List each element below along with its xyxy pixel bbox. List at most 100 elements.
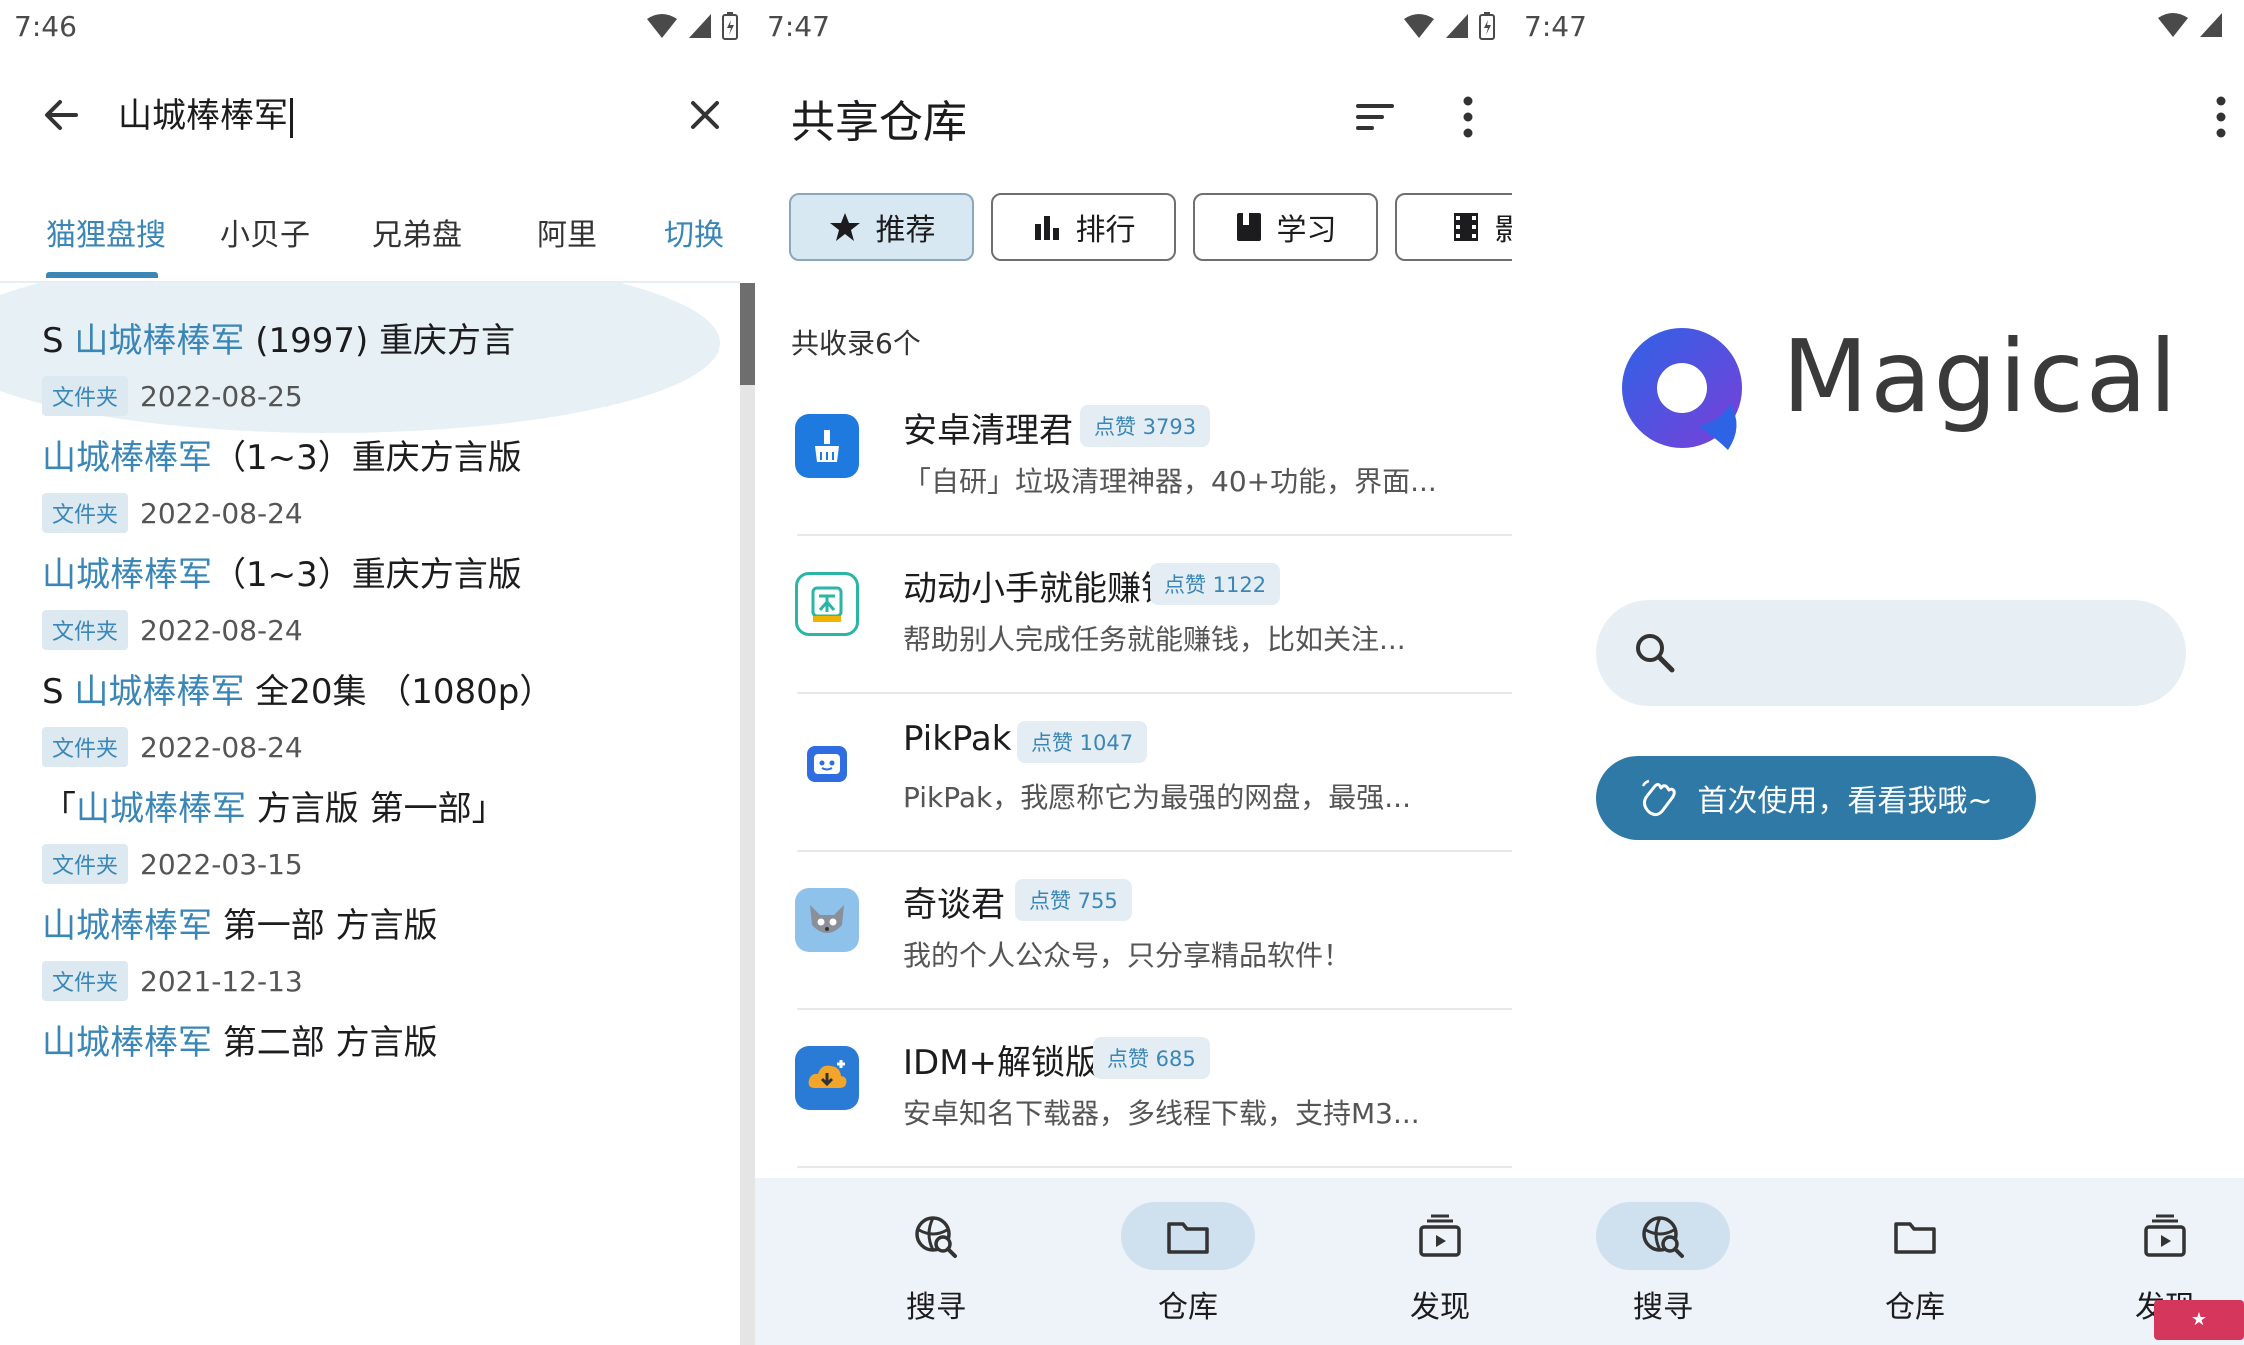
status-time: 7:46: [14, 10, 77, 43]
source-tabs: 猫狸盘搜 小贝子 兄弟盘 阿里 切换: [0, 200, 755, 282]
title-highlight: 山城棒棒军: [42, 555, 212, 595]
title-prefix: 「: [42, 789, 76, 829]
nav-item-discover[interactable]: 发现: [1359, 1178, 1512, 1345]
app-description: PikPak，我愿称它为最强的网盘，最强...: [903, 781, 1411, 814]
folder-icon: [1894, 1222, 1936, 1254]
nav-label: 仓库: [1158, 1290, 1218, 1325]
divider: [797, 1166, 1512, 1168]
sort-icon[interactable]: [1350, 92, 1400, 142]
bottom-navigation: 搜寻 仓库 发现: [755, 1178, 1512, 1345]
title-suffix: 全20集 （1080p）: [244, 672, 554, 712]
waving-hand-icon: [1642, 779, 1677, 817]
result-title: 山城棒棒军 第二部 方言版: [42, 1015, 438, 1064]
screenshot-collage: 7:46 山城棒棒军 猫狸盘搜 小贝子 兄弟盘 阿里 切换 S 山城棒棒军 (1…: [0, 0, 2244, 1345]
title-suffix: 方言版 第一部」: [246, 789, 506, 829]
nav-label: 仓库: [1885, 1290, 1945, 1325]
wifi-icon: [1404, 14, 1434, 38]
status-bar: 7:47: [755, 0, 1512, 52]
title-highlight: 山城棒棒军: [74, 672, 245, 712]
result-title: 山城棒棒军 第一部 方言版: [42, 898, 438, 947]
chip-study[interactable]: 学习: [1193, 193, 1378, 261]
app-description: 「自研」垃圾清理神器，40+功能，界面...: [903, 465, 1437, 498]
globe-search-icon: [915, 1216, 957, 1258]
title-suffix: （1~3）重庆方言版: [212, 555, 522, 595]
search-input[interactable]: [1596, 600, 2186, 706]
status-time: 7:47: [1524, 10, 1587, 43]
chip-label: 推荐: [875, 213, 936, 248]
page-title: 共享仓库: [791, 97, 967, 148]
result-title: S 山城棒棒军 (1997) 重庆方言: [42, 313, 515, 362]
globe-search-icon: [1642, 1216, 1684, 1258]
close-icon[interactable]: [680, 90, 730, 140]
nav-item-repo[interactable]: 仓库: [1834, 1178, 1994, 1345]
nav-item-repo[interactable]: 仓库: [1107, 1178, 1267, 1345]
category-chips: 推荐 排行 学习 影: [789, 193, 1512, 263]
search-results-screen: 7:46 山城棒棒军 猫狸盘搜 小贝子 兄弟盘 阿里 切换 S 山城棒棒军 (1…: [0, 0, 755, 1345]
list-item[interactable]: IDM+解锁版 点赞 685 安卓知名下载器，多线程下载，支持M3...: [755, 1010, 1512, 1168]
title-suffix: 第一部 方言版: [212, 906, 438, 946]
bottom-navigation: 搜寻 仓库 发现: [1512, 1178, 2244, 1345]
wifi-icon: [647, 14, 677, 38]
first-use-button[interactable]: 首次使用，看看我哦~: [1596, 756, 2036, 840]
nav-label: 搜寻: [906, 1290, 966, 1325]
list-item[interactable]: 奇谈君 点赞 755 我的个人公众号，只分享精品软件！: [755, 852, 1512, 1010]
search-input[interactable]: 山城棒棒军: [118, 88, 293, 138]
scrollbar[interactable]: [740, 283, 755, 1345]
app-name: 动动小手就能赚钱: [903, 569, 1175, 609]
nav-item-search[interactable]: 搜寻: [1582, 1178, 1742, 1345]
robot-icon: [795, 730, 859, 794]
broom-icon: [795, 414, 859, 478]
back-arrow-icon[interactable]: [36, 90, 86, 140]
list-item[interactable]: 动动小手就能赚钱 点赞 1122 帮助别人完成任务就能赚钱，比如关注...: [755, 536, 1512, 694]
chip-ranking[interactable]: 排行: [991, 193, 1176, 261]
nav-item-search[interactable]: 搜寻: [855, 1178, 1015, 1345]
more-vert-icon[interactable]: [2206, 92, 2236, 142]
status-icons: [646, 12, 738, 40]
list-item[interactable]: PikPak 点赞 1047 PikPak，我愿称它为最强的网盘，最强...: [755, 694, 1512, 852]
title-suffix: (1997) 重庆方言: [244, 321, 516, 361]
results-list: S 山城棒棒军 (1997) 重庆方言 文件夹 2022-08-25 山城棒棒军（…: [0, 283, 740, 1345]
result-title: 山城棒棒军（1~3）重庆方言版: [42, 430, 522, 479]
chip-label: 学习: [1276, 213, 1337, 248]
title-prefix: S: [42, 672, 75, 712]
app-description: 帮助别人完成任务就能赚钱，比如关注...: [903, 623, 1406, 656]
title-suffix: 第二部 方言版: [212, 1023, 438, 1063]
app-name: 奇谈君: [903, 885, 1005, 925]
tab-maoli[interactable]: 猫狸盘搜: [46, 210, 166, 254]
title-suffix: （1~3）重庆方言版: [212, 438, 522, 478]
title-highlight: 山城棒棒军: [42, 906, 212, 946]
chip-recommended[interactable]: 推荐: [789, 193, 974, 261]
list-item[interactable]: 山城棒棒军 第二部 方言版: [0, 985, 740, 1153]
home-screen: 7:47 Magical 首次使用，看看我哦~ 搜寻 仓库 ★: [1512, 0, 2244, 1345]
wifi-icon: [2158, 13, 2188, 37]
tab-xiongdi[interactable]: 兄弟盘: [372, 210, 462, 254]
tab-indicator: [46, 272, 158, 278]
title-highlight: 山城棒棒军: [74, 321, 245, 361]
search-bar: 山城棒棒军: [0, 80, 755, 150]
app-name: 安卓清理君: [903, 411, 1073, 451]
title-prefix: S: [42, 321, 75, 361]
like-badge: 点赞 755: [1015, 879, 1132, 921]
list-item[interactable]: 安卓清理君 点赞 3793 「自研」垃圾清理神器，40+功能，界面...: [755, 378, 1512, 536]
signal-icon: [689, 14, 711, 38]
tab-ali[interactable]: 阿里: [537, 210, 597, 254]
search-input-value: 山城棒棒军: [118, 96, 288, 136]
like-badge: 点赞 1047: [1017, 721, 1148, 763]
chip-movie[interactable]: 影: [1395, 193, 1512, 261]
more-vert-icon[interactable]: [1453, 92, 1483, 142]
xian-icon: [795, 572, 859, 636]
title-highlight: 山城棒棒军: [42, 438, 212, 478]
magical-logo-icon: [1622, 328, 1742, 450]
signal-icon: [2200, 13, 2222, 37]
chip-label: 排行: [1075, 213, 1136, 248]
tab-switch[interactable]: 切换: [664, 210, 724, 254]
status-time: 7:47: [767, 10, 830, 43]
logo-text: Magical: [1782, 318, 2179, 435]
tab-xiaobeizi[interactable]: 小贝子: [220, 210, 310, 254]
bar-chart-icon: [1034, 216, 1059, 240]
battery-icon: [722, 12, 738, 40]
play-box-icon: [2144, 1214, 2186, 1257]
nav-label: 搜寻: [1633, 1290, 1693, 1325]
book-icon: [1236, 213, 1261, 241]
scrollbar-thumb[interactable]: [740, 283, 755, 385]
